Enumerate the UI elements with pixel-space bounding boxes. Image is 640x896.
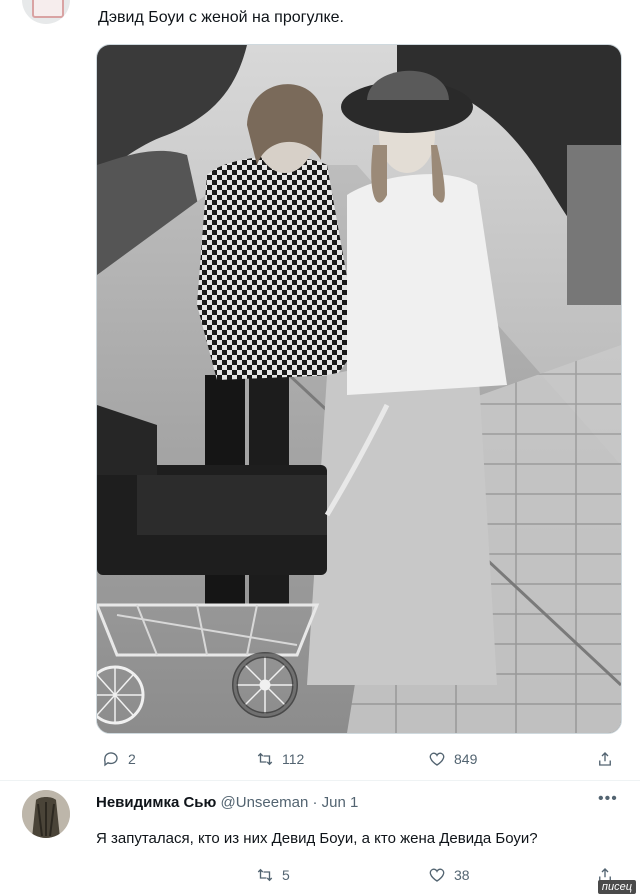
share-icon: [599, 752, 611, 766]
retweet-icon: [257, 868, 273, 882]
reply-header: Невидимка Сью @Unseeman · Jun 1: [96, 793, 358, 813]
reply-like-button[interactable]: 38: [428, 862, 470, 888]
like-icon: [429, 868, 445, 882]
reply-button[interactable]: 2: [102, 746, 136, 772]
like-count: 849: [454, 751, 478, 767]
tweet-text: Дэвид Боуи с женой на прогулке.: [98, 9, 344, 26]
like-icon: [429, 752, 445, 766]
photo-illustration: [97, 45, 621, 733]
avatar-image: [32, 0, 64, 18]
reply-actions: 5 38: [96, 862, 620, 886]
divider: [0, 780, 640, 781]
reply-handle-date[interactable]: @Unseeman · Jun 1: [221, 794, 359, 811]
reply-retweet-count: 5: [282, 867, 290, 883]
reply-avatar[interactable]: [22, 790, 70, 838]
reply-text: Я запуталася, кто из них Девид Боуи, а к…: [96, 830, 538, 847]
more-icon[interactable]: •••: [598, 790, 618, 808]
like-button[interactable]: 849: [428, 746, 477, 772]
tweet-photo[interactable]: [96, 44, 622, 734]
top-tweet-avatar[interactable]: [22, 0, 70, 24]
reply-like-count: 38: [454, 867, 470, 883]
retweet-count: 112: [282, 751, 305, 767]
reply-retweet-button[interactable]: 5: [256, 862, 290, 888]
avatar-image: [22, 790, 70, 838]
reply-icon: [104, 752, 118, 767]
watermark: писец: [597, 880, 636, 894]
share-button[interactable]: [596, 746, 614, 772]
retweet-icon: [257, 752, 273, 766]
reply-count: 2: [128, 751, 136, 767]
retweet-button[interactable]: 112: [256, 746, 304, 772]
tweet-actions: 2 112 849: [96, 746, 620, 772]
reply-display-name[interactable]: Невидимка Сью: [96, 794, 216, 811]
